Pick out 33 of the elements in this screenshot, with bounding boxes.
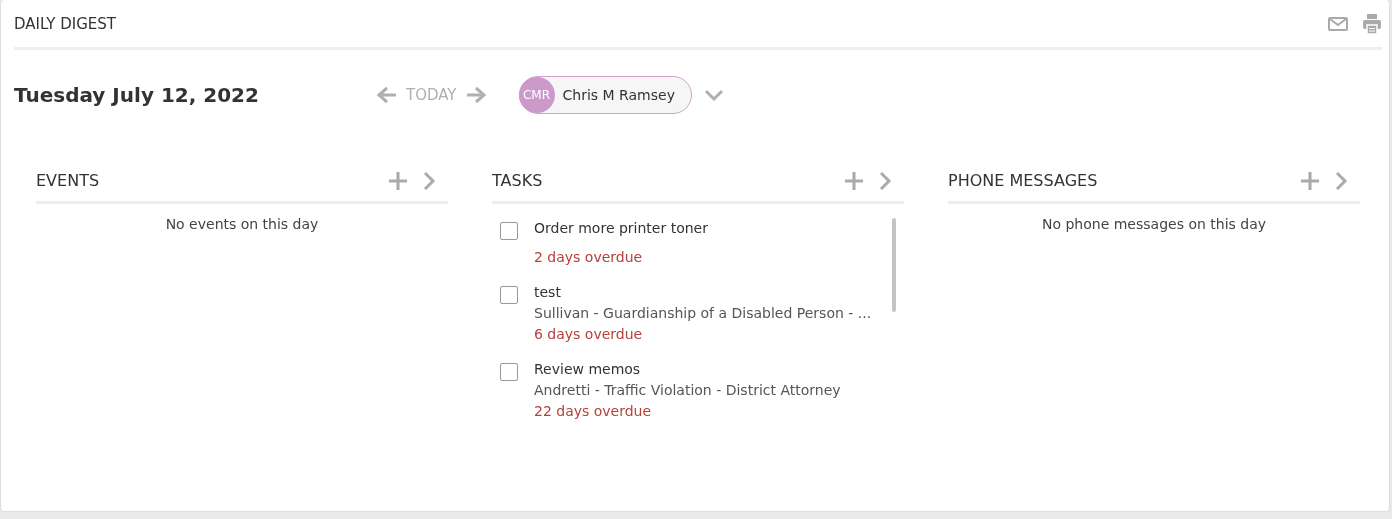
arrow-right-icon[interactable]: [464, 86, 487, 104]
user-name: Chris M Ramsey: [561, 87, 676, 103]
mail-icon[interactable]: [1328, 16, 1348, 31]
arrow-left-icon[interactable]: [376, 86, 398, 104]
date-heading: Tuesday July 12, 2022: [14, 83, 260, 107]
empty-message: No events on this day: [164, 215, 320, 232]
task-matter: Andretti - Traffic Violation - District Attorney: [534, 381, 841, 400]
section-title: EVENTS: [36, 171, 101, 190]
add-icon[interactable]: [844, 170, 864, 191]
panel-title: DAILY DIGEST: [14, 14, 117, 33]
overdue-label: 2 days overdue: [534, 248, 644, 267]
print-icon[interactable]: [1362, 12, 1382, 35]
section-title: TASKS: [492, 171, 544, 190]
add-icon[interactable]: [1300, 170, 1320, 191]
task-title: Review memos: [534, 360, 642, 379]
overdue-label: 6 days overdue: [534, 325, 644, 344]
task-matter: Sullivan - Guardianship of a Disabled Person - ...: [534, 304, 872, 323]
overdue-label: 22 days overdue: [534, 402, 653, 421]
chevron-down-icon[interactable]: [703, 89, 724, 101]
checkbox[interactable]: [500, 222, 518, 240]
empty-message: No phone messages on this day: [1040, 215, 1268, 232]
checkbox[interactable]: [500, 363, 518, 381]
user-avatar: CMR: [518, 77, 555, 113]
user-chip[interactable]: CMR Chris M Ramsey: [518, 76, 692, 114]
task-title: test: [534, 283, 562, 302]
add-icon[interactable]: [388, 170, 408, 191]
section-title: PHONE MESSAGES: [948, 171, 1099, 190]
chevron-right-icon[interactable]: [422, 170, 436, 191]
chevron-right-icon[interactable]: [1334, 170, 1348, 191]
checkbox[interactable]: [500, 286, 518, 304]
task-title: Order more printer toner: [534, 219, 708, 238]
scrollbar[interactable]: [892, 218, 896, 312]
chevron-right-icon[interactable]: [878, 170, 892, 191]
